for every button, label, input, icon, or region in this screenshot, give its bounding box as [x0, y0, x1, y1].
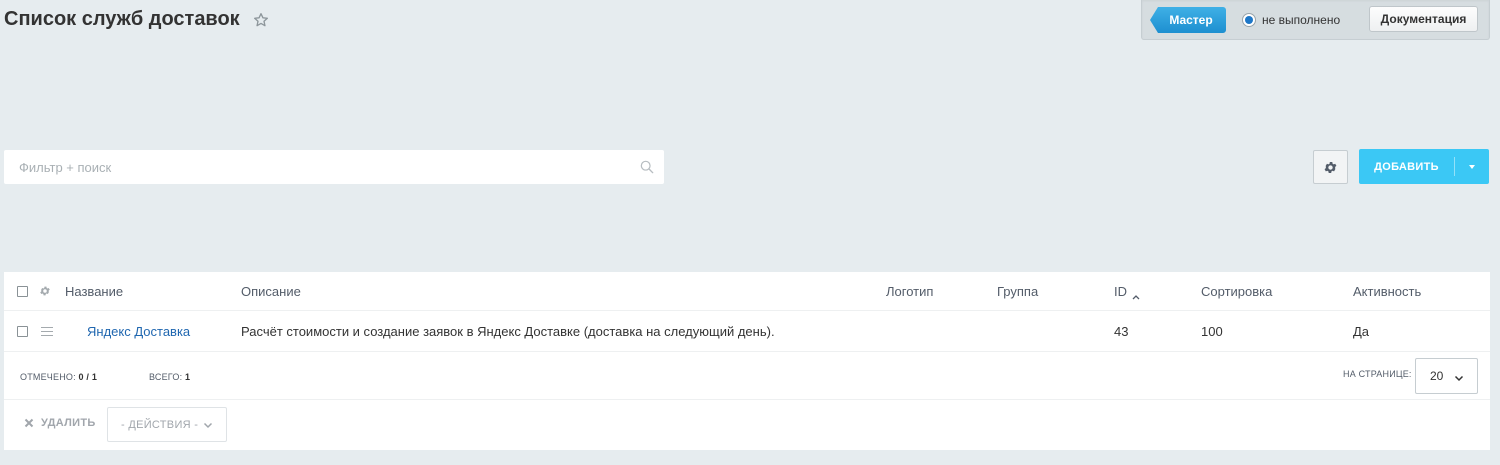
add-button-label: ДОБАВИТЬ — [1374, 160, 1439, 173]
grid-footer-counters: ОТМЕЧЕНО: 0 / 1 ВСЕГО: 1 НА СТРАНИЦЕ: 20 — [4, 352, 1490, 400]
page-title: Список служб доставок — [4, 8, 270, 31]
settings-button[interactable] — [1313, 150, 1348, 184]
gear-icon — [1323, 160, 1338, 175]
total-counter-label: ВСЕГО: — [149, 372, 183, 382]
per-page-label: НА СТРАНИЦЕ: — [1343, 369, 1412, 379]
search-icon[interactable] — [630, 150, 664, 184]
status-radio-icon — [1242, 13, 1256, 27]
top-panel: Мастер не выполнено Документация — [1141, 0, 1490, 40]
row-id: 43 — [1114, 323, 1129, 339]
selected-counter-label: ОТМЕЧЕНО: — [20, 372, 76, 382]
column-settings-cell — [38, 272, 52, 310]
delete-button-label: УДАЛИТЬ — [41, 417, 96, 429]
row-sort: 100 — [1201, 323, 1223, 339]
row-menu-icon[interactable] — [41, 326, 53, 336]
actions-select[interactable]: - ДЕЙСТВИЯ - — [107, 407, 227, 442]
row-active: Да — [1353, 323, 1370, 339]
status-label: не выполнено — [1262, 13, 1341, 27]
page-title-text: Список служб доставок — [4, 8, 240, 30]
add-dropdown-arrow-icon[interactable] — [1455, 149, 1489, 184]
column-header-name[interactable]: Название — [65, 272, 123, 310]
row-checkbox[interactable] — [17, 325, 28, 337]
select-all-checkbox[interactable] — [17, 285, 28, 297]
selected-counter: ОТМЕЧЕНО: 0 / 1 — [20, 372, 97, 382]
grid-action-panel: УДАЛИТЬ - ДЕЙСТВИЯ - — [4, 400, 1490, 450]
delete-button[interactable]: УДАЛИТЬ — [24, 417, 96, 429]
master-button[interactable]: Мастер — [1150, 7, 1226, 33]
actions-select-value: - ДЕЙСТВИЯ - — [121, 418, 199, 431]
per-page-select[interactable]: 20 — [1415, 358, 1478, 394]
column-header-logo[interactable]: Логотип — [886, 272, 933, 310]
row-name-link[interactable]: Яндекс Доставка — [87, 324, 190, 339]
column-settings-gear-icon[interactable] — [38, 284, 52, 298]
row-select-cell — [17, 311, 28, 351]
row-description: Расчёт стоимости и создание заявок в Янд… — [241, 323, 775, 339]
filter-search-box — [4, 150, 664, 184]
grid-header-row: Название Описание Логотип Группа ID Сорт… — [4, 272, 1490, 311]
row-name: Яндекс Доставка — [87, 311, 190, 351]
filter-search-input[interactable] — [4, 150, 630, 184]
select-all-cell — [17, 272, 28, 310]
add-button[interactable]: ДОБАВИТЬ — [1359, 149, 1489, 184]
chevron-down-icon — [1454, 372, 1464, 382]
selected-counter-value: 0 / 1 — [78, 372, 98, 382]
column-header-id[interactable]: ID — [1114, 272, 1140, 310]
column-header-description[interactable]: Описание — [241, 272, 301, 310]
delivery-services-grid: Название Описание Логотип Группа ID Сорт… — [4, 272, 1490, 450]
total-counter: ВСЕГО: 1 — [149, 372, 190, 382]
row-actions-cell — [41, 311, 53, 351]
actions-chevron-down-icon — [203, 420, 213, 430]
total-counter-value: 1 — [184, 372, 191, 382]
column-header-group[interactable]: Группа — [997, 272, 1038, 310]
sort-ascending-icon — [1132, 288, 1140, 300]
table-row[interactable]: Яндекс Доставка Расчёт стоимости и созда… — [4, 311, 1490, 352]
status-radio[interactable]: не выполнено — [1242, 11, 1340, 29]
column-header-active[interactable]: Активность — [1353, 272, 1421, 310]
column-header-sort[interactable]: Сортировка — [1201, 272, 1272, 310]
star-icon[interactable] — [252, 11, 270, 29]
close-icon — [24, 418, 34, 428]
per-page-value: 20 — [1430, 369, 1444, 383]
documentation-button[interactable]: Документация — [1369, 6, 1478, 32]
column-header-id-label: ID — [1114, 283, 1127, 299]
